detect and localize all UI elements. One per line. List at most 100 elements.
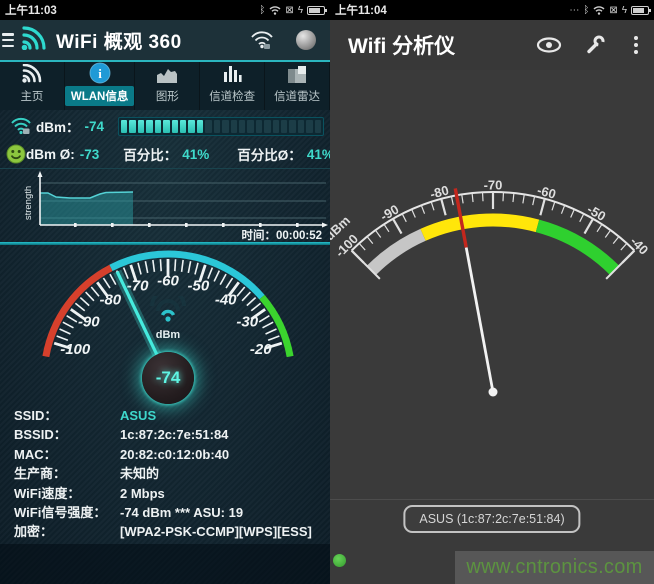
alarm-status-icon: ⊠ (609, 5, 617, 16)
bar-segment (247, 120, 253, 133)
detail-label: WiFi信号强度： (14, 503, 120, 522)
tab-label: 主页 (14, 86, 49, 106)
wifi-overview-app: 上午11:03 ᛒ ⊠ ϟ WiFi 概观 360 主页 i WLAN信息图形信道检… (0, 0, 330, 584)
dbm-label: dBm： (36, 116, 80, 136)
bar-segment (264, 120, 270, 133)
signal-meter-gauge: -100-90-80-70-60-50-40dBm (330, 70, 654, 430)
bar-segment (188, 120, 194, 133)
app-logo-icon (20, 26, 48, 55)
svg-text:-80: -80 (428, 182, 450, 201)
right-status-time: 上午11:04 (335, 2, 387, 18)
menu-icon[interactable] (2, 31, 14, 49)
svg-text:-100: -100 (60, 341, 91, 358)
battery-icon (631, 6, 649, 15)
alarm-status-icon: ⊠ (285, 5, 293, 16)
gauge-value-hub: -74 (142, 352, 194, 404)
left-app-title: WiFi 概观 360 (56, 27, 250, 54)
overflow-menu-icon[interactable] (630, 32, 642, 58)
charging-icon: ϟ (622, 5, 627, 16)
left-status-bar: 上午11:03 ᛒ ⊠ ϟ (0, 0, 330, 20)
svg-text:-40: -40 (215, 292, 237, 309)
tab-home[interactable]: 主页 (0, 62, 65, 110)
gauge-wifi-icon: dBm (138, 296, 198, 341)
bar-segment (256, 120, 262, 133)
tab-label: 信道检查 (203, 86, 261, 106)
signal-strength-bar (118, 117, 324, 136)
dbm-value: -74 (85, 119, 105, 134)
percent-label: 百分比： (123, 144, 177, 164)
network-details: SSID：ASUSBSSID：1c:87:2c:7e:51:84MAC：20:8… (0, 406, 330, 544)
svg-text:-60: -60 (157, 273, 179, 290)
bluetooth-icon: ᛒ (583, 5, 589, 16)
gauge-unit-label: dBm (138, 329, 198, 341)
globe-icon[interactable] (296, 30, 316, 50)
status-dot (333, 554, 346, 567)
bar-segment (298, 120, 304, 133)
bar-segment (273, 120, 279, 133)
channel-bars-icon (222, 62, 242, 84)
tab-label: WLAN信息 (65, 86, 135, 106)
wifi-scan-icon[interactable] (250, 31, 274, 50)
bar-segment (138, 120, 144, 133)
detail-row: WiFi信号强度：-74 dBm *** ASU: 19 (0, 503, 330, 522)
detail-value: 未知的 (120, 464, 159, 483)
right-status-bar: 上午11:04 ⋯ ᛒ ⊠ ϟ (330, 0, 654, 20)
bar-segment (239, 120, 245, 133)
smiley-icon (6, 144, 26, 164)
bar-segment (129, 120, 135, 133)
svg-text:i: i (98, 66, 102, 81)
strength-history-graph: strength 时间：00:00:52 (0, 170, 330, 242)
channel-radar-icon (287, 62, 307, 84)
right-app-title: Wifi 分析仪 (348, 30, 536, 60)
percent-value: 41% (182, 147, 209, 162)
graph-y-axis-label: strength (23, 186, 34, 220)
detail-row: SSID：ASUS (0, 406, 330, 425)
detail-label: SSID： (14, 406, 120, 425)
selected-ap-button[interactable]: ASUS (1c:87:2c:7e:51:84) (403, 505, 580, 533)
info-icon: i (89, 62, 111, 84)
gauge-value: -74 (156, 368, 181, 388)
left-app-header: WiFi 概观 360 (0, 20, 330, 62)
detail-value: ASUS (120, 406, 156, 425)
detail-row: 生产商：未知的 (0, 464, 330, 483)
signal-summary: dBm： -74 dBm Ø: -73 百分比： 41% 百分比Ø： 41% (0, 112, 330, 169)
bar-segment (155, 120, 161, 133)
detail-row: 加密：[WPA2-PSK-CCMP][WPS][ESS] (0, 522, 330, 541)
tab-wlan-info[interactable]: i WLAN信息 (65, 62, 136, 110)
bar-segment (214, 120, 220, 133)
eye-icon[interactable] (536, 37, 562, 53)
svg-text:-50: -50 (188, 277, 210, 294)
notification-dots-icon: ⋯ (569, 5, 579, 16)
svg-text:-50: -50 (585, 202, 609, 224)
tab-channel-check[interactable]: 信道检查 (200, 62, 265, 110)
tab-channel-radar[interactable]: 信道雷达 (265, 62, 330, 110)
left-status-time: 上午11:03 (5, 2, 57, 18)
wrench-icon[interactable] (584, 34, 606, 56)
left-tab-bar: 主页 i WLAN信息图形信道检查信道雷达 (0, 62, 330, 110)
signal-row-current: dBm： -74 (0, 112, 330, 140)
svg-text:-90: -90 (378, 202, 402, 224)
tab-graph[interactable]: 图形 (135, 62, 200, 110)
wifi-status-icon (593, 5, 605, 15)
right-app-header: Wifi 分析仪 (330, 20, 654, 70)
wifi-signal-icon (21, 62, 43, 84)
bluetooth-icon: ᛒ (259, 5, 265, 16)
bar-segment (121, 120, 127, 133)
charging-icon: ϟ (298, 5, 303, 16)
detail-row: WiFi速度：2 Mbps (0, 484, 330, 503)
graph-icon (155, 62, 179, 84)
svg-text:-90: -90 (78, 314, 100, 331)
bar-segment (163, 120, 169, 133)
dbm-avg-value: -73 (80, 147, 100, 162)
wifi-status-icon (269, 5, 281, 15)
bar-segment (205, 120, 211, 133)
svg-text:-20: -20 (250, 341, 272, 358)
detail-label: WiFi速度： (14, 484, 120, 503)
detail-label: MAC： (14, 445, 120, 464)
screenshot-stage: 上午11:03 ᛒ ⊠ ϟ WiFi 概观 360 主页 i WLAN信息图形信道检… (0, 0, 654, 584)
watermark: www.cntronics.com (455, 551, 654, 584)
wifi-lock-icon (6, 117, 36, 135)
elapsed-time: 时间：00:00:52 (241, 227, 322, 243)
bar-segment (146, 120, 152, 133)
bottom-divider (330, 499, 654, 500)
